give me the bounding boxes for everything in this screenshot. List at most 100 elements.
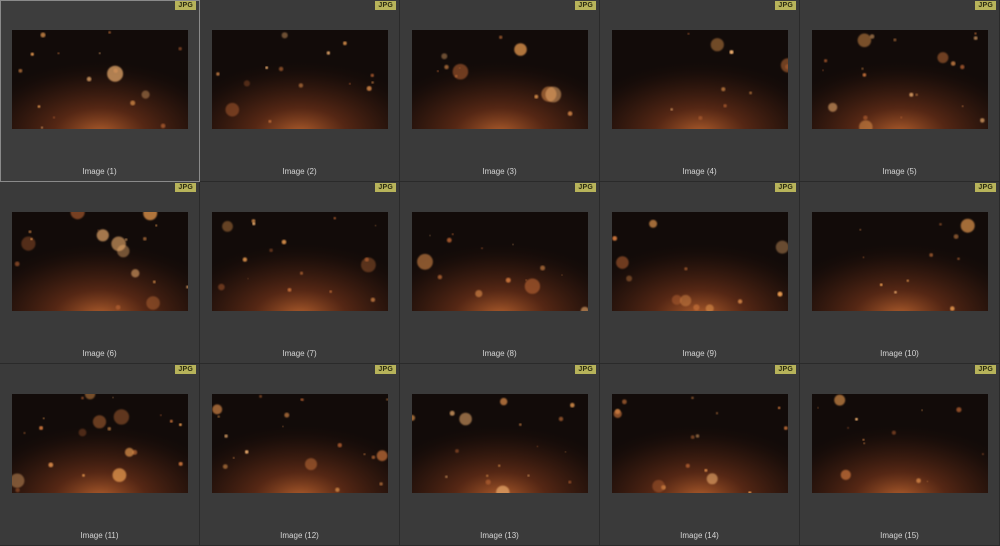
- bokeh-dot: [649, 219, 658, 228]
- bokeh-dot: [869, 34, 875, 39]
- bokeh-dot: [115, 305, 121, 310]
- image-thumbnail[interactable]: [212, 394, 388, 493]
- bokeh-dot: [222, 221, 233, 232]
- bokeh-dot: [452, 63, 469, 80]
- thumbnail-cell[interactable]: JPG Image (4): [600, 0, 800, 182]
- bokeh-dot: [179, 423, 182, 427]
- thumbnail-cell[interactable]: JPG Image (7): [200, 182, 400, 364]
- image-thumbnail[interactable]: [12, 394, 188, 493]
- bokeh-dot: [855, 417, 858, 421]
- image-thumbnail[interactable]: [812, 212, 988, 311]
- bokeh-dot: [218, 283, 225, 291]
- bokeh-dot: [441, 53, 448, 60]
- image-thumbnail[interactable]: [612, 394, 788, 493]
- bokeh-dot: [840, 469, 851, 480]
- image-thumbnail[interactable]: [12, 30, 188, 129]
- bokeh-dot: [981, 453, 984, 456]
- thumbnail-cell[interactable]: JPG Image (11): [0, 364, 200, 546]
- bokeh-image: [12, 394, 188, 493]
- bokeh-dot: [92, 415, 107, 429]
- bokeh-dot: [21, 236, 36, 251]
- bokeh-image: [612, 30, 788, 129]
- thumbnail-cell[interactable]: JPG Image (12): [200, 364, 400, 546]
- thumbnail-label: Image (3): [482, 167, 517, 176]
- image-thumbnail[interactable]: [612, 212, 788, 311]
- bokeh-dot: [40, 126, 44, 129]
- thumbnail-cell[interactable]: JPG Image (10): [800, 182, 1000, 364]
- bokeh-dot: [915, 93, 918, 97]
- bokeh-image: [812, 30, 988, 129]
- bokeh-dot: [437, 70, 439, 72]
- bokeh-dot: [39, 426, 44, 430]
- image-thumbnail[interactable]: [812, 394, 988, 493]
- image-thumbnail[interactable]: [812, 30, 988, 129]
- thumbnail-cell[interactable]: JPG Image (2): [200, 0, 400, 182]
- bokeh-dot: [455, 449, 459, 453]
- thumbnail-label: Image (12): [280, 531, 319, 540]
- bokeh-dot: [857, 33, 872, 48]
- bokeh-dot: [980, 118, 985, 123]
- bokeh-dot: [685, 463, 690, 468]
- thumbnail-label: Image (15): [880, 531, 919, 540]
- thumbnail-cell[interactable]: JPG Image (9): [600, 182, 800, 364]
- file-type-badge: JPG: [775, 183, 796, 192]
- bokeh-dot: [343, 41, 347, 46]
- bokeh-dot: [715, 412, 719, 415]
- bokeh-dot: [370, 73, 374, 78]
- bokeh-dot: [363, 453, 366, 456]
- bokeh-dot: [18, 68, 23, 73]
- bokeh-dot: [862, 256, 865, 259]
- bokeh-dot: [98, 52, 101, 55]
- thumbnail-cell[interactable]: JPG Image (1): [0, 0, 200, 182]
- bokeh-dot: [107, 65, 124, 82]
- bokeh-dot: [78, 428, 87, 437]
- bokeh-dot: [558, 416, 564, 422]
- bokeh-dot: [859, 228, 862, 231]
- bokeh-dot: [446, 237, 452, 243]
- bokeh-dot: [459, 67, 461, 69]
- bokeh-dot: [349, 82, 351, 85]
- thumbnail-cell[interactable]: JPG Image (14): [600, 364, 800, 546]
- bokeh-dot: [376, 450, 388, 462]
- image-thumbnail[interactable]: [412, 212, 588, 311]
- bokeh-dot: [929, 253, 934, 257]
- thumbnail-cell[interactable]: JPG Image (6): [0, 182, 200, 364]
- bokeh-dot: [834, 394, 846, 406]
- bokeh-dot: [281, 32, 288, 39]
- image-thumbnail[interactable]: [212, 212, 388, 311]
- bokeh-dot: [616, 256, 629, 269]
- thumbnail-cell[interactable]: JPG Image (5): [800, 0, 1000, 182]
- bokeh-dot: [691, 396, 694, 400]
- bokeh-dot: [216, 72, 220, 76]
- bokeh-dot: [847, 426, 850, 429]
- bokeh-dot: [15, 487, 20, 493]
- thumbnail-cell[interactable]: JPG Image (15): [800, 364, 1000, 546]
- bokeh-dot: [112, 396, 114, 399]
- image-thumbnail[interactable]: [212, 30, 388, 129]
- thumbnail-cell[interactable]: JPG Image (3): [400, 0, 600, 182]
- image-thumbnail[interactable]: [12, 212, 188, 311]
- bokeh-dot: [568, 480, 572, 484]
- thumbnail-cell[interactable]: JPG Image (8): [400, 182, 600, 364]
- bokeh-dot: [222, 464, 228, 469]
- bokeh-dot: [695, 434, 700, 438]
- bokeh-dot: [40, 32, 46, 38]
- bokeh-dot: [861, 67, 864, 70]
- bokeh-dot: [278, 66, 284, 72]
- bokeh-dot: [960, 64, 965, 70]
- bokeh-dot: [282, 425, 284, 428]
- bokeh-dot: [561, 274, 563, 276]
- bokeh-image: [812, 212, 988, 311]
- bokeh-dot: [252, 222, 256, 226]
- bokeh-dot: [217, 415, 220, 418]
- image-thumbnail[interactable]: [412, 394, 588, 493]
- bokeh-dot: [909, 92, 914, 97]
- bokeh-dot: [417, 253, 433, 270]
- thumbnail-cell[interactable]: JPG Image (13): [400, 364, 600, 546]
- bokeh-dot: [519, 423, 522, 426]
- bokeh-dot: [486, 474, 489, 477]
- thumbnail-label: Image (10): [880, 349, 919, 358]
- image-thumbnail[interactable]: [612, 30, 788, 129]
- image-thumbnail[interactable]: [412, 30, 588, 129]
- bokeh-dot: [863, 442, 866, 445]
